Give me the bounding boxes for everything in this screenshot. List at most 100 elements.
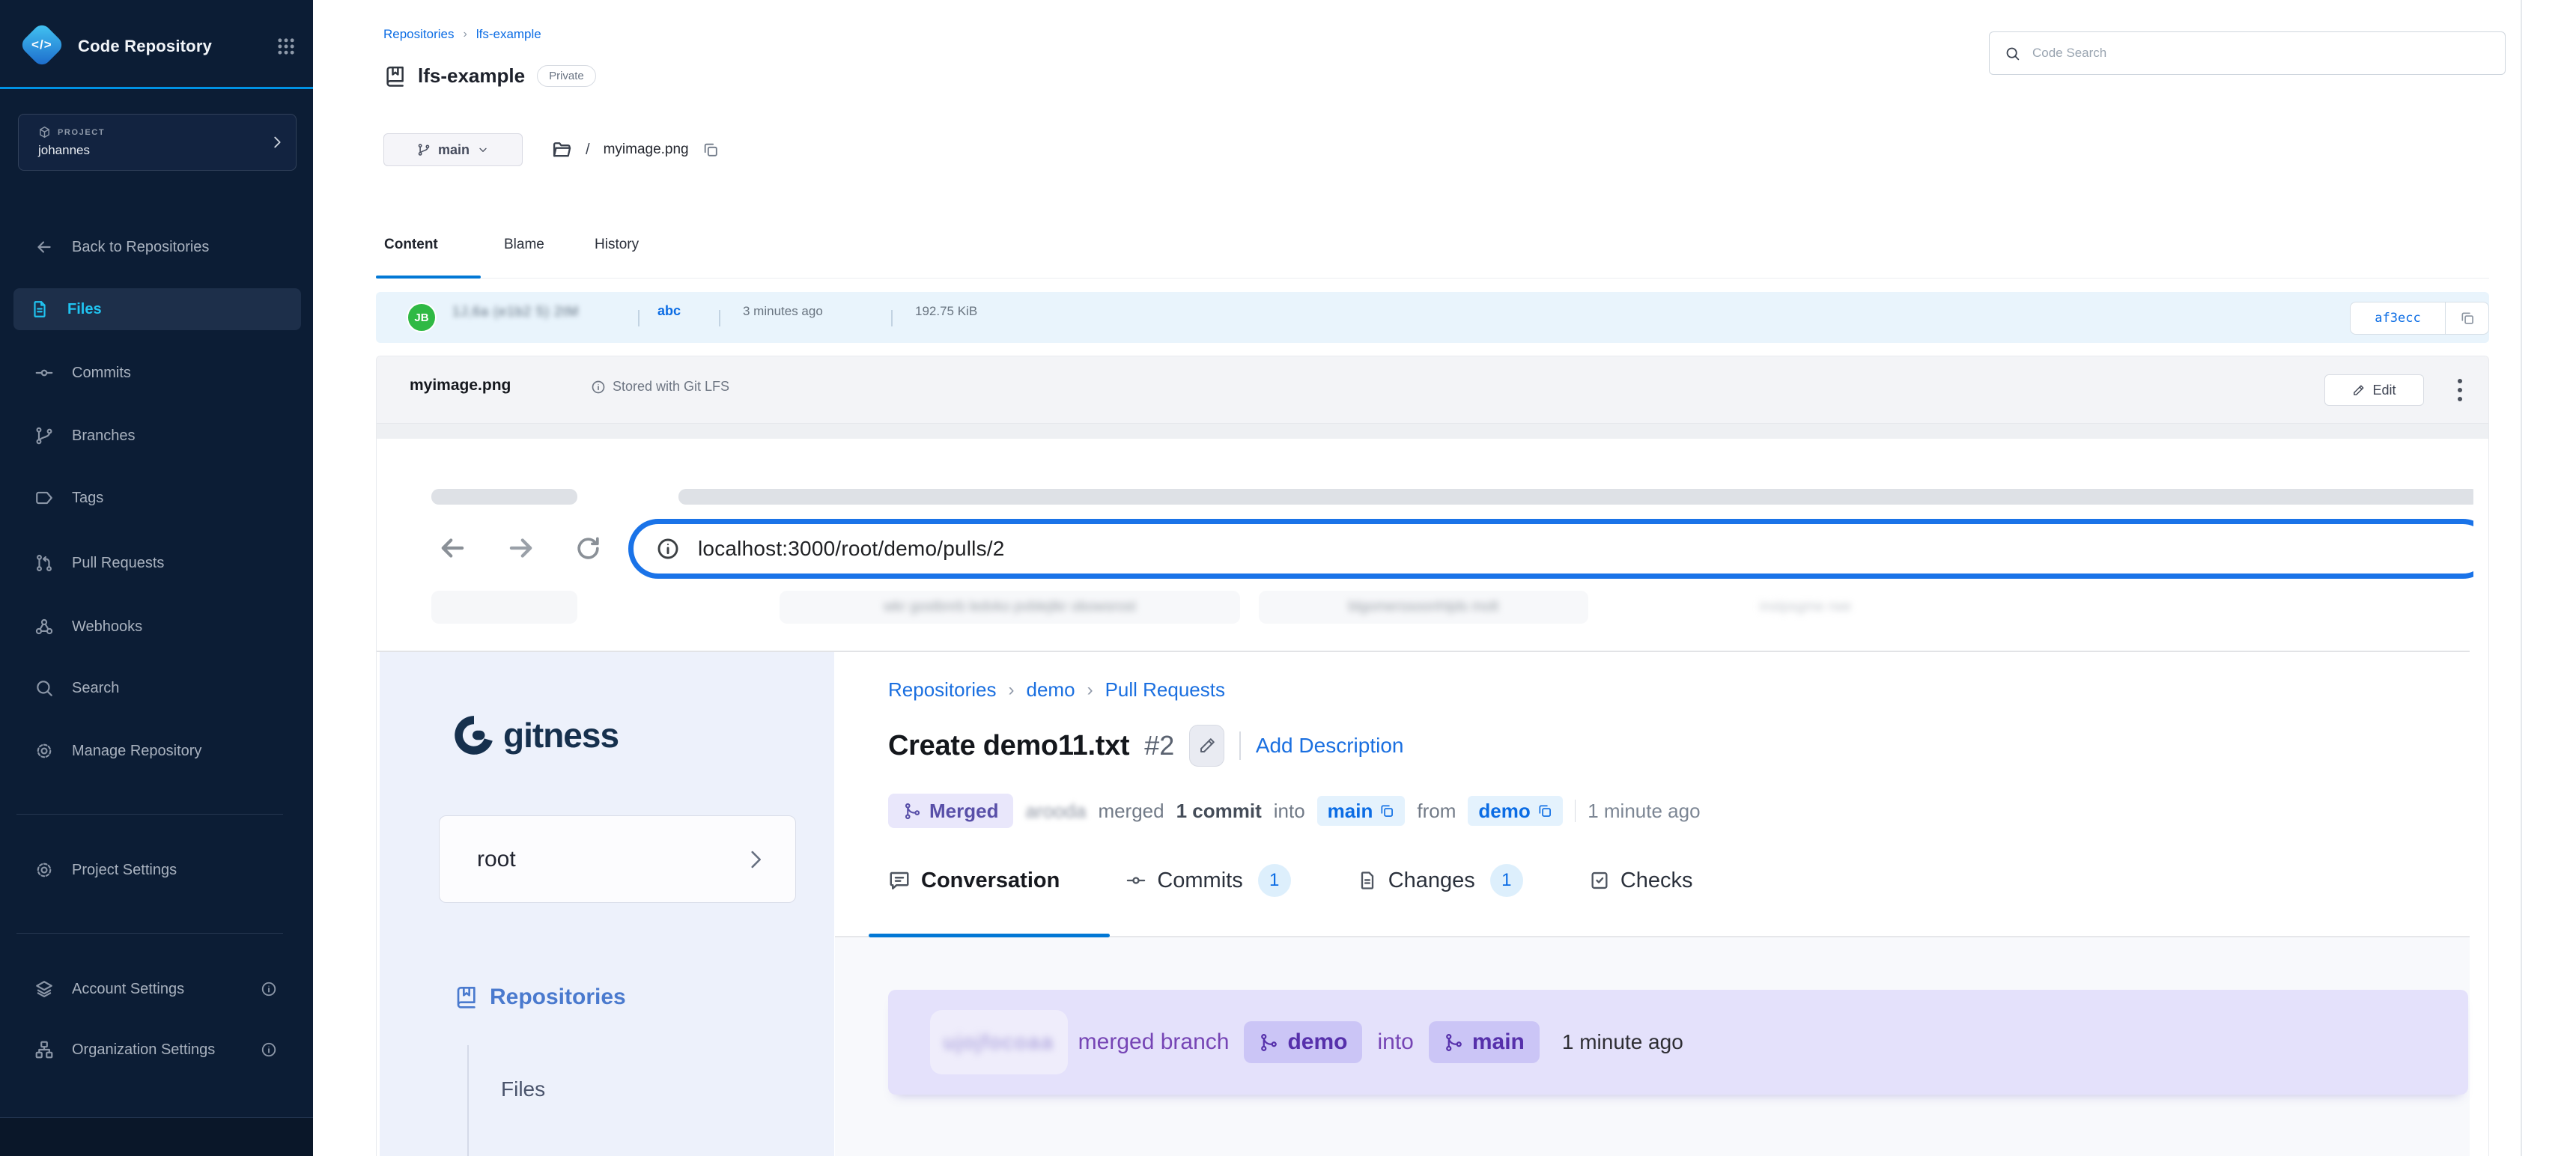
code-search-input[interactable] (2031, 45, 2490, 61)
commit-sha-box: af3ecc (2350, 302, 2489, 335)
page-title: lfs-example (418, 64, 525, 88)
branch-selector-button[interactable]: main (383, 133, 523, 166)
gitness-nav-files: Files (501, 1077, 545, 1101)
tab-divider (376, 278, 2489, 279)
search-icon (2005, 46, 2020, 61)
sidebar-divider (16, 814, 283, 815)
merged-status-badge: Merged (888, 794, 1013, 828)
file-path: myimage.png (604, 142, 689, 158)
banner-target-branch-chip: main (1429, 1021, 1540, 1063)
breadcrumb-repo-link[interactable]: lfs-example (476, 27, 541, 42)
sidebar-item-label: Account Settings (72, 981, 184, 998)
gitness-space-selector: root (439, 815, 796, 903)
meta-text: from (1417, 800, 1456, 823)
file-path-row: / myimage.png (551, 133, 719, 166)
target-branch-chip: main (1317, 796, 1406, 826)
sidebar-item-manage-repository[interactable]: Manage Repository (18, 730, 297, 772)
divider (638, 310, 640, 326)
app-title: Code Repository (78, 37, 212, 56)
breadcrumb-separator: › (1009, 680, 1015, 701)
sidebar-footer (0, 1117, 313, 1156)
chevron-down-icon (477, 144, 489, 156)
breadcrumb-separator: › (1087, 680, 1093, 701)
info-icon (261, 981, 277, 997)
sidebar-item-label: Commits (72, 365, 131, 382)
pr-active-tab-underline (869, 934, 1110, 937)
breadcrumb-separator: › (464, 28, 467, 41)
sidebar-item-tags[interactable]: Tags (18, 477, 297, 519)
sidebar-item-files[interactable]: Files (13, 288, 301, 330)
tab-blame[interactable]: Blame (504, 237, 544, 253)
banner-source-branch-chip: demo (1244, 1021, 1362, 1063)
page-scrollbar[interactable] (2521, 0, 2522, 1156)
gitness-nav-repositories: Repositories (454, 985, 626, 1010)
avatar[interactable]: JB (407, 302, 437, 332)
gitness-space-name: root (477, 847, 516, 872)
branch-name: demo (1478, 800, 1530, 823)
pr-title-row: Create demo11.txt #2 Add Description (888, 723, 1403, 768)
chevron-right-icon (269, 134, 285, 150)
merged-label: Merged (929, 800, 998, 823)
copy-sha-icon[interactable] (2445, 302, 2488, 334)
bookmark-redacted: wkr gostbnrb ledvko pvblejtkr obowsrost (780, 591, 1240, 624)
sidebar-item-organization-settings[interactable]: Organization Settings (18, 1029, 297, 1071)
pr-tab-conversation: Conversation (888, 868, 1060, 893)
sidebar-item-back[interactable]: Back to Repositories (18, 226, 297, 268)
divider (1239, 731, 1241, 760)
pr-title: Create demo11.txt (888, 730, 1129, 762)
sidebar: </> Code Repository PROJECT johannes Bac… (0, 0, 313, 1156)
commit-sha[interactable]: af3ecc (2351, 302, 2445, 334)
file-card-header: myimage.png Stored with Git LFS Edit (377, 356, 2488, 424)
lfs-note: Stored with Git LFS (591, 379, 729, 395)
commit-message-link[interactable]: abc (657, 303, 681, 319)
info-icon (261, 1041, 277, 1058)
divider (719, 310, 720, 326)
pr-number: #2 (1144, 730, 1174, 761)
sidebar-item-branches[interactable]: Branches (18, 415, 297, 457)
commit-icon (1126, 870, 1146, 891)
project-selector[interactable]: PROJECT johannes (18, 114, 297, 171)
sidebar-item-label: Tags (72, 490, 103, 507)
edit-button[interactable]: Edit (2324, 374, 2424, 406)
pull-request-icon (34, 553, 54, 573)
sidebar-item-label: Project Settings (72, 862, 177, 879)
module-grid-icon[interactable] (276, 36, 297, 57)
gitness-sidebar: gitness root Repositories Files (380, 652, 834, 1156)
sidebar-item-search[interactable]: Search (18, 667, 297, 709)
browser-forward-icon (505, 532, 537, 564)
commit-icon (34, 363, 54, 383)
edit-label: Edit (2372, 383, 2396, 398)
tab-content[interactable]: Content (384, 237, 438, 253)
folder-icon[interactable] (551, 139, 572, 160)
sidebar-item-label: Pull Requests (72, 555, 164, 572)
gitness-nav-label: Repositories (490, 985, 626, 1010)
changes-count-badge: 1 (1490, 864, 1523, 897)
tab-history[interactable]: History (595, 237, 639, 253)
visibility-badge: Private (537, 65, 596, 87)
meta-commit-count: 1 commit (1176, 800, 1262, 823)
sidebar-item-label: Organization Settings (72, 1041, 215, 1059)
sidebar-item-pull-requests[interactable]: Pull Requests (18, 542, 297, 584)
merge-icon (903, 802, 922, 821)
browser-tabstrip-shape (678, 489, 2473, 505)
breadcrumb-repositories-link[interactable]: Repositories (383, 27, 455, 42)
app-logo-icon: </> (19, 22, 64, 67)
checklist-icon (1589, 870, 1610, 891)
repo-book-icon (454, 985, 478, 1009)
meta-text: into (1274, 800, 1305, 823)
sidebar-item-account-settings[interactable]: Account Settings (18, 968, 297, 1010)
copy-path-icon[interactable] (702, 142, 719, 158)
sidebar-item-webhooks[interactable]: Webhooks (18, 606, 297, 648)
sidebar-item-commits[interactable]: Commits (18, 352, 297, 394)
project-name: johannes (38, 143, 90, 158)
layers-icon (34, 979, 54, 999)
sidebar-item-project-settings[interactable]: Project Settings (18, 849, 297, 891)
merge-icon (1444, 1032, 1464, 1053)
more-options-icon[interactable] (2445, 374, 2475, 406)
file-name: myimage.png (410, 377, 511, 395)
commit-author-redacted: 1J,6a (e1b2 5) 2tM (452, 304, 579, 320)
sidebar-item-label: Files (67, 301, 102, 318)
bookmark-redacted: instpsgme rwe (1701, 591, 1910, 624)
copy-icon (1537, 803, 1552, 818)
project-cube-icon (38, 126, 51, 139)
